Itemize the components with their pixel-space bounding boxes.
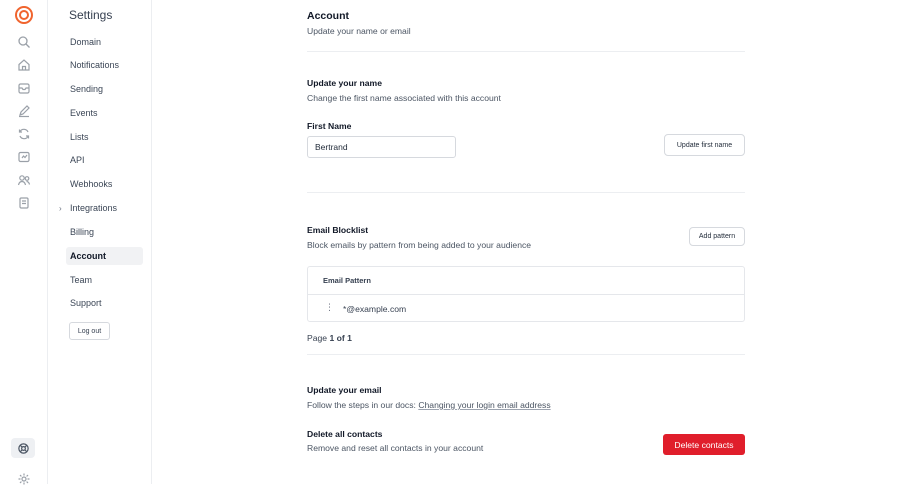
delete-section-subtitle: Remove and reset all contacts in your ac… — [307, 443, 484, 453]
compose-icon[interactable] — [17, 104, 31, 118]
pagination-total: 1 — [347, 333, 352, 343]
add-pattern-button[interactable]: Add pattern — [689, 227, 745, 246]
pagination-of: of — [336, 333, 345, 343]
pagination-current: 1 — [329, 333, 335, 343]
workflow-icon[interactable] — [17, 127, 31, 141]
first-name-input[interactable] — [307, 136, 456, 158]
divider — [307, 51, 745, 52]
inbox-icon[interactable] — [17, 81, 31, 95]
update-first-name-button[interactable]: Update first name — [664, 134, 745, 156]
sidebar-item-billing[interactable]: Billing — [66, 223, 143, 241]
pagination: Page 1 of 1 — [307, 333, 352, 343]
home-icon[interactable] — [17, 58, 31, 72]
docs-link[interactable]: Changing your login email address — [418, 400, 550, 410]
delete-section-title: Delete all contacts — [307, 429, 383, 439]
help-icon[interactable] — [11, 438, 35, 458]
sidebar-item-team[interactable]: Team — [66, 271, 143, 289]
delete-contacts-button[interactable]: Delete contacts — [663, 434, 745, 455]
pattern-cell: *@example.com — [343, 304, 407, 314]
sidebar-item-label: Integrations — [70, 203, 118, 213]
column-header-email-pattern: Email Pattern — [323, 276, 371, 285]
sidebar-item-webhooks[interactable]: Webhooks — [66, 175, 143, 193]
name-section-subtitle: Change the first name associated with th… — [307, 93, 501, 103]
sidebar-item-lists[interactable]: Lists — [66, 128, 143, 146]
email-section-title: Update your email — [307, 385, 382, 395]
sidebar-item-sending[interactable]: Sending — [66, 80, 143, 98]
pagination-page-word: Page — [307, 333, 328, 343]
email-section-subtitle: Follow the steps in our docs: Changing y… — [307, 400, 551, 410]
sidebar-item-notifications[interactable]: Notifications — [66, 56, 143, 74]
database-icon[interactable] — [17, 196, 31, 210]
name-section-title: Update your name — [307, 78, 382, 88]
table-header: Email Pattern — [308, 267, 744, 295]
users-icon[interactable] — [17, 173, 31, 187]
icon-rail — [0, 0, 48, 485]
chevron-right-icon: › — [59, 203, 62, 213]
divider — [307, 354, 745, 355]
drag-handle-icon[interactable]: ⋮ — [325, 303, 334, 312]
sidebar-item-domain[interactable]: Domain — [66, 33, 143, 51]
settings-sidebar: Settings Domain Notifications Sending Ev… — [48, 0, 152, 484]
sidebar-item-support[interactable]: Support — [66, 294, 143, 312]
blocklist-title: Email Blocklist — [307, 225, 369, 235]
page-title: Account — [307, 10, 349, 22]
table-row: ⋮ *@example.com — [308, 296, 744, 322]
main-content: Account Update your name or email Update… — [152, 0, 900, 484]
first-name-label: First Name — [307, 121, 352, 131]
search-icon[interactable] — [17, 35, 31, 49]
sidebar-item-account[interactable]: Account — [66, 247, 143, 265]
sidebar-item-events[interactable]: Events — [66, 104, 143, 122]
blocklist-table: Email Pattern ⋮ *@example.com — [307, 266, 745, 322]
sidebar-title: Settings — [69, 8, 113, 22]
divider — [307, 192, 745, 193]
email-section-prefix: Follow the steps in our docs: — [307, 400, 416, 410]
sidebar-item-api[interactable]: API — [66, 151, 143, 169]
blocklist-subtitle: Block emails by pattern from being added… — [307, 240, 532, 250]
page-subtitle: Update your name or email — [307, 26, 411, 36]
sidebar-item-integrations[interactable]: › Integrations — [59, 199, 143, 217]
dashboard-icon[interactable] — [17, 150, 31, 164]
logout-button[interactable]: Log out — [69, 322, 110, 340]
logo-icon[interactable] — [15, 6, 33, 24]
